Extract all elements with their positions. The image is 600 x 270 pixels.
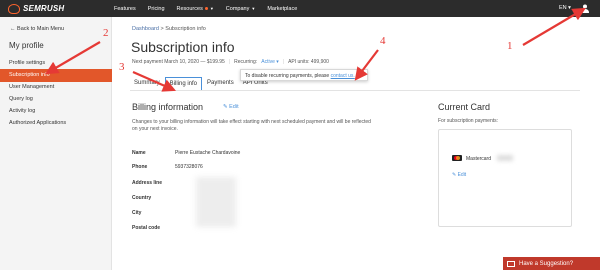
api-units: API units: 499,900 — [288, 59, 329, 65]
field-label-phone: Phone — [132, 164, 148, 170]
nav-features[interactable]: Features — [114, 6, 136, 12]
annotation-number-3: 3 — [119, 61, 125, 73]
tab-divider — [130, 90, 580, 91]
breadcrumb-separator: > — [160, 26, 164, 32]
sidebar-title: My profile — [9, 41, 44, 50]
breadcrumb: Dashboard > Subscription info — [132, 26, 206, 32]
card-panel — [438, 129, 572, 227]
field-value-phone: 5937328076 — [175, 164, 203, 170]
field-label-name: Name — [132, 150, 146, 156]
logo-icon — [8, 3, 20, 14]
annotation-number-4: 4 — [380, 35, 386, 47]
edit-billing-button[interactable]: ✎ Edit — [223, 104, 239, 110]
billing-description: Changes to your billing information will… — [132, 119, 371, 132]
breadcrumb-dashboard[interactable]: Dashboard — [132, 26, 159, 32]
tooltip-text: To disable recurring payments, please — [245, 73, 331, 79]
tab-summary[interactable]: Summary — [130, 77, 164, 91]
chat-icon — [507, 260, 515, 267]
user-icon[interactable] — [581, 4, 589, 13]
top-bar: SEMRUSH Features Pricing Resources ▼ Comp… — [0, 0, 600, 17]
nav-resources[interactable]: Resources ▼ — [177, 6, 214, 12]
suggestion-button[interactable]: Have a Suggestion? — [503, 257, 600, 270]
field-label-city: City — [132, 210, 142, 216]
mastercard-icon — [452, 155, 462, 161]
suggestion-label: Have a Suggestion? — [519, 260, 574, 267]
redacted-card-number — [497, 155, 513, 161]
field-label-address: Address line — [132, 180, 163, 186]
card-brand: Mastercard — [466, 156, 492, 162]
tab-billing-info[interactable]: Billing info — [164, 77, 203, 91]
sidebar-item-authorized-applications[interactable]: Authorized Applications — [0, 117, 112, 130]
nav-pricing[interactable]: Pricing — [148, 6, 165, 12]
field-label-country: Country — [132, 195, 152, 201]
language-selector[interactable]: EN ▾ — [559, 5, 571, 11]
chevron-down-icon: ▼ — [209, 6, 214, 11]
billing-information-title: Billing information — [132, 102, 204, 112]
current-card-subtitle: For subscription payments: — [438, 118, 499, 124]
main-nav: Features Pricing Resources ▼ Company ▼ Mar… — [114, 0, 309, 17]
edit-card-button[interactable]: ✎ Edit — [452, 172, 466, 178]
semrush-logo[interactable]: SEMRUSH — [8, 3, 64, 14]
next-payment: Next payment March 10, 2020 — $199.95 — [132, 59, 225, 65]
contact-us-link[interactable]: contact us. — [331, 73, 355, 79]
page-title: Subscription info — [131, 39, 235, 55]
recurring-dropdown[interactable]: Active ▾ — [261, 59, 279, 65]
back-to-main-menu-link[interactable]: ← Back to Main Menu — [10, 26, 64, 32]
redacted-address-block — [196, 177, 236, 227]
new-dot-icon — [204, 7, 208, 10]
current-card-title: Current Card — [438, 102, 491, 112]
tab-payments[interactable]: Payments — [203, 77, 238, 91]
main-content: Dashboard > Subscription info Subscripti… — [112, 17, 600, 270]
breadcrumb-current: Subscription info — [165, 26, 206, 32]
annotation-number-2: 2 — [103, 27, 109, 39]
chevron-down-icon: ▼ — [251, 6, 256, 11]
nav-company[interactable]: Company ▼ — [226, 6, 256, 12]
field-label-postal-code: Postal code — [132, 225, 161, 231]
sidebar: ← Back to Main Menu My profile Profile s… — [0, 17, 112, 270]
annotation-number-1: 1 — [507, 40, 513, 52]
brand-name: SEMRUSH — [23, 4, 65, 13]
recurring-tooltip: To disable recurring payments, please co… — [240, 69, 368, 81]
field-value-name: Pierre Eustache Chardavoine — [175, 150, 241, 156]
nav-marketplace[interactable]: Marketplace — [267, 6, 297, 12]
recurring-label: Recurring: — [234, 59, 258, 65]
subscription-meta: Next payment March 10, 2020 — $199.95 | … — [132, 59, 329, 65]
